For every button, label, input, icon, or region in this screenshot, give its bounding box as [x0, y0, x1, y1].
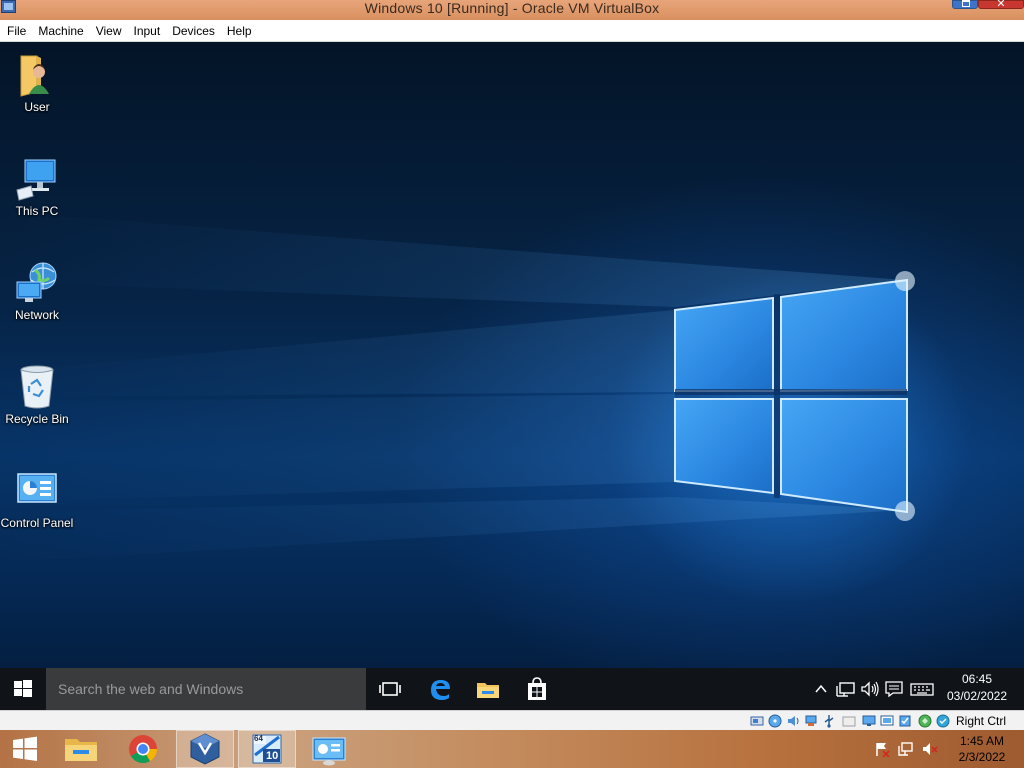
chevron-up-icon[interactable]: [814, 680, 828, 698]
menu-file[interactable]: File: [6, 24, 32, 38]
menu-devices[interactable]: Devices: [171, 24, 221, 38]
host-virtualbox-button[interactable]: [176, 730, 234, 768]
host-control-panel-button[interactable]: [300, 730, 358, 768]
desktop-icon-user[interactable]: User: [0, 52, 74, 114]
edge-icon[interactable]: [426, 675, 454, 703]
task-view-icon[interactable]: [376, 675, 404, 703]
action-center-icon[interactable]: [884, 680, 904, 698]
cpu-icon[interactable]: [898, 714, 912, 728]
desktop-icon-recycle-bin[interactable]: Recycle Bin: [0, 364, 74, 426]
search-placeholder: Search the web and Windows: [58, 681, 244, 697]
windows-start-icon: [14, 680, 32, 697]
desktop-icon-label: Network: [14, 308, 59, 322]
control-panel-icon: [17, 473, 57, 503]
guest-time: 06:45: [961, 672, 993, 686]
menu-help[interactable]: Help: [226, 24, 258, 38]
screen: Windows 10 [Running] - Oracle VM Virtual…: [0, 0, 1024, 768]
desktop-icon-this-pc[interactable]: This PC: [0, 156, 74, 218]
host-network-icon[interactable]: [898, 741, 914, 757]
shared-folders-icon[interactable]: [842, 714, 856, 728]
host-windows10-vm-button[interactable]: 64 10: [238, 730, 296, 768]
chrome-icon: [129, 735, 157, 763]
keyboard-icon[interactable]: [910, 680, 934, 698]
host-key-label: Right Ctrl: [956, 714, 1007, 728]
maximize-icon: [962, 0, 970, 7]
network-tray-icon[interactable]: [836, 680, 856, 698]
virtualbox-icon: [190, 733, 220, 765]
desktop-icon-control-panel[interactable]: Control Panel: [0, 468, 74, 530]
start-icon: [13, 736, 37, 761]
host-date: 2/3/2022: [958, 750, 1006, 764]
vbox-status-bar: Right Ctrl: [0, 710, 1024, 730]
display-icon[interactable]: [862, 714, 876, 728]
desktop-icon-network[interactable]: Network: [0, 260, 74, 322]
window-titlebar[interactable]: Windows 10 [Running] - Oracle VM Virtual…: [0, 0, 1024, 20]
mouse-integration-icon[interactable]: [918, 714, 932, 728]
desktop-icon-label: This PC: [15, 204, 59, 218]
store-icon[interactable]: [523, 675, 551, 703]
desktop-icon-label: Control Panel: [0, 516, 74, 530]
menu-bar: File Machine View Input Devices Help: [0, 20, 1024, 42]
menu-input[interactable]: Input: [133, 24, 167, 38]
desktop-icon-label: User: [24, 100, 50, 114]
menu-machine[interactable]: Machine: [37, 24, 89, 38]
control-panel-icon: [312, 737, 346, 766]
file-explorer-icon[interactable]: [474, 675, 502, 703]
volume-muted-icon[interactable]: [922, 741, 938, 757]
keyboard-capture-icon[interactable]: [936, 714, 950, 728]
guest-clock[interactable]: 06:45 03/02/2022: [944, 671, 1010, 705]
start-button[interactable]: [0, 668, 46, 710]
recording-icon[interactable]: [880, 714, 894, 728]
hard-disk-icon[interactable]: [750, 714, 764, 728]
guest-display[interactable]: User This PC Network Recycle Bin Control…: [0, 42, 1024, 710]
close-button[interactable]: ✕: [978, 0, 1024, 10]
host-taskbar: 64 10 1:45 AM 2/3/2022: [0, 730, 1024, 768]
user-folder-icon: [20, 55, 49, 97]
vm-badge-10: 10: [266, 750, 279, 762]
network-adapter-icon[interactable]: [804, 714, 818, 728]
computer-icon: [16, 159, 56, 201]
guest-taskbar: Search the web and Windows 06:45 03/02/2…: [0, 668, 1024, 710]
host-file-explorer-button[interactable]: [52, 730, 110, 768]
action-center-flag-icon[interactable]: [874, 741, 890, 757]
host-chrome-button[interactable]: [114, 730, 172, 768]
volume-icon[interactable]: [860, 680, 880, 698]
recycle-bin-icon: [20, 365, 54, 409]
file-explorer-icon: [65, 739, 97, 761]
host-clock[interactable]: 1:45 AM 2/3/2022: [952, 733, 1012, 765]
host-time: 1:45 AM: [959, 734, 1005, 748]
vm-badge-64: 64: [254, 734, 263, 743]
search-box[interactable]: Search the web and Windows: [46, 668, 366, 710]
audio-icon[interactable]: [786, 714, 800, 728]
usb-icon[interactable]: [822, 714, 836, 728]
window-title: Windows 10 [Running] - Oracle VM Virtual…: [364, 0, 660, 16]
menu-view[interactable]: View: [95, 24, 128, 38]
network-icon: [16, 262, 57, 302]
maximize-button[interactable]: [952, 0, 978, 9]
host-start-button[interactable]: [0, 730, 50, 768]
windows10-wallpaper: [0, 212, 915, 562]
desktop-icon-label: Recycle Bin: [5, 412, 69, 426]
guest-date: 03/02/2022: [946, 689, 1008, 703]
optical-drive-icon[interactable]: [768, 714, 782, 728]
close-icon: ✕: [996, 0, 1006, 10]
